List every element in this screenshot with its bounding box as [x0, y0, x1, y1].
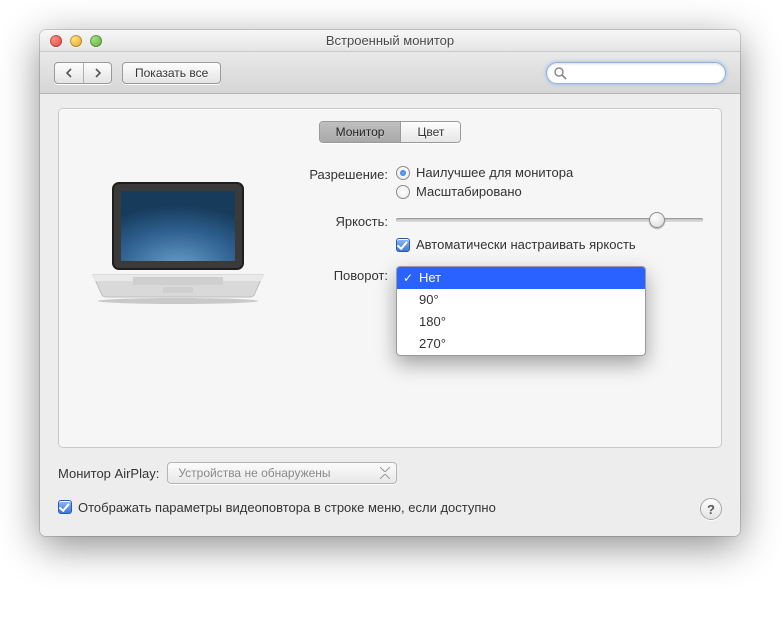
titlebar: Встроенный монитор	[40, 30, 740, 52]
close-button[interactable]	[50, 35, 62, 47]
show-all-button[interactable]: Показать все	[122, 62, 221, 84]
nav-segmented	[54, 62, 112, 84]
display-thumbnail	[77, 165, 267, 308]
search-input[interactable]	[546, 62, 726, 84]
tab-group: Монитор Цвет	[319, 121, 462, 143]
resolution-best-label: Наилучшее для монитора	[416, 165, 573, 180]
rotation-popup[interactable]: Нет 90° 180° 270°	[396, 266, 646, 356]
preferences-window: Встроенный монитор Показать все Мо	[40, 30, 740, 536]
resolution-field: Наилучшее для монитора Масштабировано	[396, 165, 703, 203]
settings-form: Разрешение: Наилучшее для монитора Масшт…	[291, 165, 703, 291]
airplay-select[interactable]: Устройства не обнаружены	[167, 462, 397, 484]
rotation-label: Поворот:	[291, 266, 396, 283]
back-button[interactable]	[55, 63, 83, 83]
brightness-auto-checkbox[interactable]: Автоматически настраивать яркость	[396, 237, 703, 252]
rotation-option-90[interactable]: 90°	[397, 289, 645, 311]
brightness-auto-row: Автоматически настраивать яркость	[291, 237, 703, 256]
search-icon	[553, 66, 567, 80]
radio-icon	[396, 185, 410, 199]
main-panel: Монитор Цвет	[58, 108, 722, 448]
window-title: Встроенный монитор	[40, 33, 740, 48]
resolution-scaled-label: Масштабировано	[416, 184, 522, 199]
rotation-option-180[interactable]: 180°	[397, 311, 645, 333]
brightness-auto-label: Автоматически настраивать яркость	[416, 237, 636, 252]
tab-color[interactable]: Цвет	[400, 122, 460, 142]
rotation-option-none[interactable]: Нет	[397, 267, 645, 289]
rotation-option-270[interactable]: 270°	[397, 333, 645, 355]
airplay-value: Устройства не обнаружены	[178, 466, 330, 480]
zoom-button[interactable]	[90, 35, 102, 47]
mirroring-label: Отображать параметры видеоповтора в стро…	[78, 500, 496, 515]
brightness-label: Яркость:	[291, 212, 396, 229]
brightness-field	[396, 211, 703, 229]
resolution-label: Разрешение:	[291, 165, 396, 182]
brightness-row: Яркость:	[291, 211, 703, 229]
panel-body: Разрешение: Наилучшее для монитора Масшт…	[77, 165, 703, 308]
forward-button[interactable]	[83, 63, 111, 83]
brightness-slider[interactable]	[396, 211, 703, 229]
airplay-label: Монитор AirPlay:	[58, 466, 159, 481]
slider-knob[interactable]	[649, 212, 665, 228]
resolution-best-option[interactable]: Наилучшее для монитора	[396, 165, 703, 180]
minimize-button[interactable]	[70, 35, 82, 47]
help-button[interactable]: ?	[700, 498, 722, 520]
mirroring-row: Отображать параметры видеоповтора в стро…	[58, 498, 722, 520]
rotation-row: Поворот: Нет 90° 180° 270°	[291, 266, 703, 283]
tab-monitor[interactable]: Монитор	[320, 122, 401, 142]
mirroring-checkbox[interactable]: Отображать параметры видеоповтора в стро…	[58, 500, 496, 515]
radio-icon	[396, 166, 410, 180]
airplay-row: Монитор AirPlay: Устройства не обнаружен…	[58, 462, 722, 484]
chevron-left-icon	[64, 68, 74, 78]
macbook-icon	[83, 175, 273, 305]
checkbox-icon	[396, 238, 410, 252]
toolbar: Показать все	[40, 52, 740, 94]
resolution-row: Разрешение: Наилучшее для монитора Масшт…	[291, 165, 703, 203]
help-icon: ?	[707, 502, 715, 517]
checkbox-icon	[58, 500, 72, 514]
chevron-right-icon	[93, 68, 103, 78]
content: Монитор Цвет	[40, 94, 740, 536]
tabs: Монитор Цвет	[77, 121, 703, 143]
resolution-scaled-option[interactable]: Масштабировано	[396, 184, 703, 199]
search-field-wrapper	[546, 62, 726, 84]
window-controls	[40, 35, 102, 47]
